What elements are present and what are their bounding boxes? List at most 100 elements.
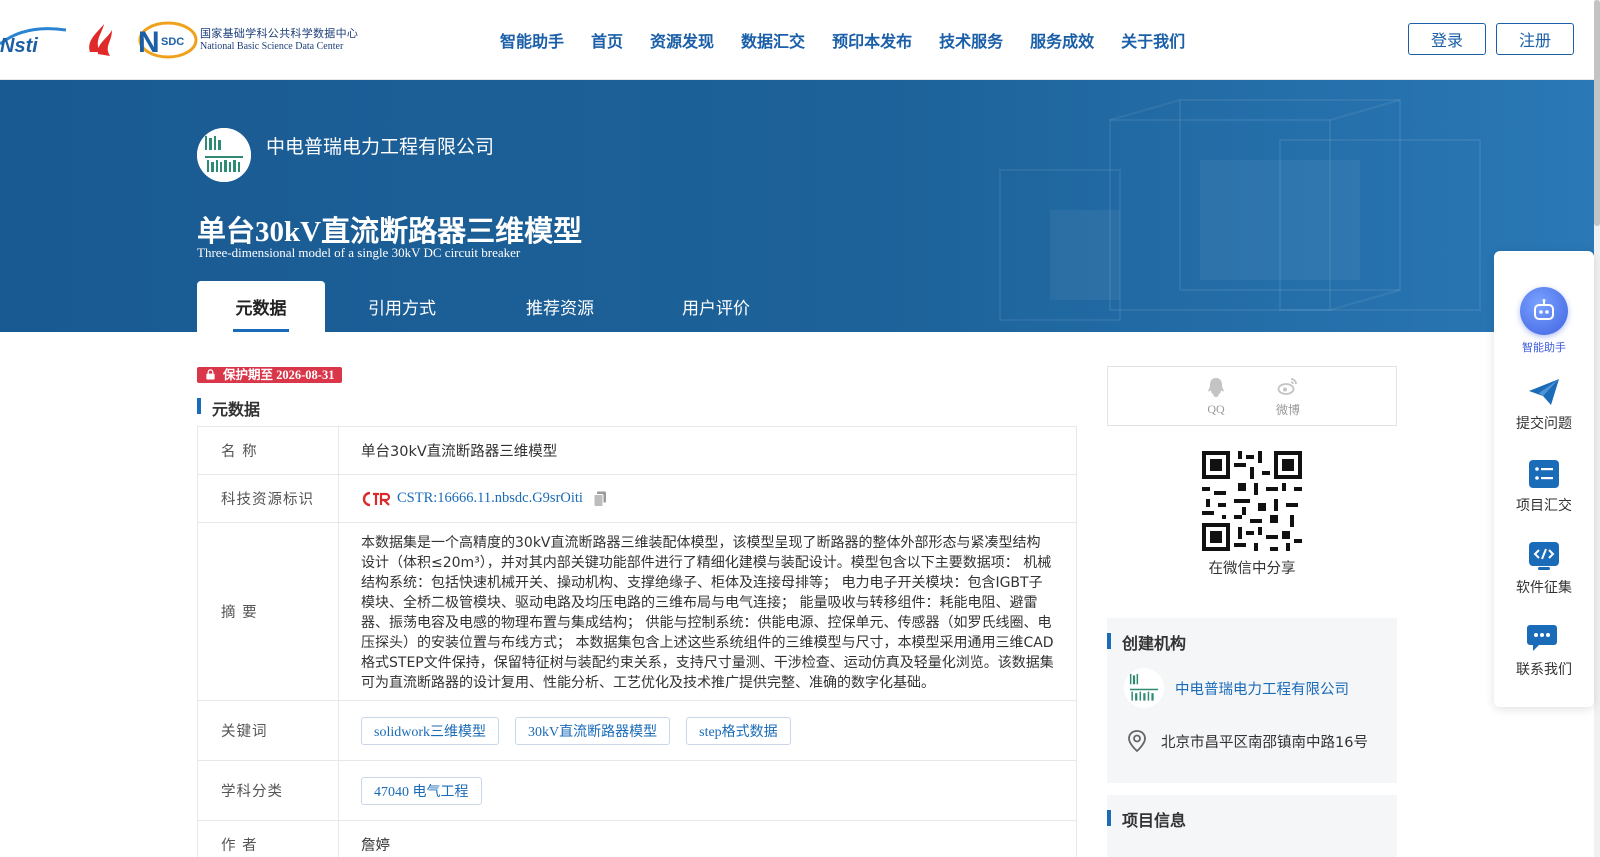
qq-icon [1208,377,1224,397]
cstr-logo-icon [362,491,391,506]
protection-badge: 保护期至 2026-08-31 [197,367,343,383]
table-row-keywords: 关键词 solidwork三维模型 30kV直流断路器模型 step格式数据 [198,701,1076,761]
side-contact-label: 联系我们 [1516,662,1572,678]
weibo-icon [1277,377,1297,395]
main-nav: 智能助手 首页 资源发现 数据汇交 预印本发布 技术服务 服务成效 关于我们 [500,0,1212,80]
subject-tag[interactable]: 47040 电气工程 [361,776,482,805]
keyword-tag[interactable]: 30kV直流断路器模型 [515,716,671,745]
author-value[interactable]: 詹婷 [339,821,1076,857]
author-label: 作 者 [198,821,339,857]
table-row-abstract: 摘 要 本数据集是一个高精度的30kV直流断路器三维装配体模型，该模型呈现了断路… [198,523,1076,701]
nav-item-ai-assistant[interactable]: 智能助手 [500,28,564,52]
qr-caption: 在微信中分享 [1208,561,1296,577]
paper-plane-icon [1529,379,1559,405]
org-avatar [197,128,251,182]
nsdc-logo-cn: 国家基础学科公共科学数据中心 [200,27,359,40]
identifier-label: 科技资源标识 [198,475,339,522]
nav-item-data-submission[interactable]: 数据汇交 [741,28,805,52]
heading-bar [1107,810,1111,826]
list-icon [1529,460,1559,488]
tab-reviews[interactable]: 用户评价 [641,281,791,332]
code-icon [1529,542,1559,570]
project-info-heading: 项目信息 [1122,811,1187,830]
robot-icon [1520,287,1568,335]
keyword-tag[interactable]: solidwork三维模型 [361,716,499,745]
table-row-identifier: 科技资源标识 CSTR:16666.11.nbsdc.G9srOiti [198,475,1076,523]
nav-item-home[interactable]: 首页 [591,28,623,52]
nsdc-logo-mark: N SDC [138,21,198,59]
page-scrollbar[interactable] [1594,0,1600,857]
org-name[interactable]: 中电普瑞电力工程有限公司 [266,132,494,159]
table-row-author: 作 者 詹婷 [198,821,1076,857]
nav-item-service-results[interactable]: 服务成效 [1030,28,1094,52]
side-project-label: 项目汇交 [1516,498,1572,514]
keywords-value: solidwork三维模型 30kV直流断路器模型 step格式数据 [339,701,1076,760]
share-qq-label: QQ [1207,401,1225,416]
copy-icon[interactable] [593,491,607,507]
name-label: 名 称 [198,427,339,474]
nsti-logo-text: Nsti [0,35,38,57]
chat-icon [1527,625,1557,651]
nsdc-logo-en: National Basic Science Data Center [200,41,344,52]
org-address: 北京市昌平区南邵镇南中路16号 [1161,734,1368,751]
heading-bar [1107,633,1111,649]
share-qq[interactable]: QQ [1180,376,1252,417]
abstract-label: 摘 要 [198,523,339,700]
lock-icon [206,369,215,380]
share-weibo[interactable]: 微博 [1252,375,1324,418]
org-address-row: 北京市昌平区南邵镇南中路16号 [1127,730,1368,752]
protection-text: 保护期至 2026-08-31 [223,368,335,382]
side-ai-label: 智能助手 [1522,341,1566,354]
scrollbar-thumb[interactable] [1594,0,1600,226]
share-weibo-label: 微博 [1275,402,1300,417]
svg-text:N: N [138,26,160,59]
location-pin-icon [1128,730,1146,752]
subject-label: 学科分类 [198,761,339,820]
nav-item-resource-discovery[interactable]: 资源发现 [650,28,714,52]
floating-side-panel: 智能助手 提交问题 项目汇交 软件征集 联系我们 [1494,251,1594,707]
side-contact-us[interactable]: 联系我们 [1494,623,1594,679]
keywords-label: 关键词 [198,701,339,760]
tab-citation[interactable]: 引用方式 [325,281,479,332]
nav-item-preprint[interactable]: 预印本发布 [832,28,912,52]
dataset-tabs: 元数据 引用方式 推荐资源 用户评价 [197,281,791,332]
side-software-call[interactable]: 软件征集 [1494,541,1594,597]
dataset-banner: 中电普瑞电力工程有限公司 单台30kV直流断路器三维模型 Three-dimen… [0,80,1594,332]
project-info-box: 项目信息 [1107,795,1397,857]
subject-value: 47040 电气工程 [339,761,1076,820]
top-navbar: Nsti N SDC 国家基础学科公共科学数据中心 National Basic… [0,0,1600,80]
register-button[interactable]: 注册 [1496,23,1574,55]
tab-recommended[interactable]: 推荐资源 [479,281,641,332]
name-value: 单台30kV直流断路器三维模型 [361,444,558,460]
metadata-table: 名 称 单台30kV直流断路器三维模型 科技资源标识 CSTR:16666.11… [197,426,1077,857]
keyword-tag[interactable]: step格式数据 [686,716,791,745]
table-row-subject: 学科分类 47040 电气工程 [198,761,1076,821]
side-project-submission[interactable]: 项目汇交 [1494,459,1594,515]
svg-text:SDC: SDC [161,36,184,48]
dataset-title: 单台30kV直流断路器三维模型 [197,216,583,248]
wechat-qr-code [1202,451,1302,551]
share-box: QQ 微博 [1107,366,1397,426]
abstract-value: 本数据集是一个高精度的30kV直流断路器三维装配体模型，该模型呈现了断路器的整体… [361,535,1054,691]
creator-org-box: 创建机构 中电普瑞电力工程有限公司 北京市昌平区南邵镇南中路16号 [1107,618,1397,783]
side-submit-label: 提交问题 [1516,416,1572,432]
dataset-subtitle: Three-dimensional model of a single 30kV… [197,245,521,260]
nav-item-about[interactable]: 关于我们 [1121,28,1185,52]
cstr-link[interactable]: CSTR:16666.11.nbsdc.G9srOiti [397,490,583,507]
creator-org-link[interactable]: 中电普瑞电力工程有限公司 [1175,678,1349,699]
nsdc-logo[interactable]: N SDC 国家基础学科公共科学数据中心 National Basic Scie… [134,20,358,60]
identifier-value: CSTR:16666.11.nbsdc.G9srOiti [339,475,1076,522]
institute-logo[interactable] [82,22,118,58]
side-ai-assistant[interactable]: 智能助手 [1494,287,1594,355]
tab-metadata[interactable]: 元数据 [197,281,325,332]
table-row-name: 名 称 单台30kV直流断路器三维模型 [198,427,1076,475]
creator-org-row: 中电普瑞电力工程有限公司 [1124,668,1349,708]
nsti-logo[interactable]: Nsti [0,22,66,58]
side-software-label: 软件征集 [1516,580,1572,596]
org-logo [1124,668,1164,708]
nav-item-tech-services[interactable]: 技术服务 [939,28,1003,52]
metadata-heading: 元数据 [197,396,260,420]
creator-org-heading: 创建机构 [1122,634,1187,653]
side-submit-question[interactable]: 提交问题 [1494,377,1594,433]
login-button[interactable]: 登录 [1408,23,1486,55]
